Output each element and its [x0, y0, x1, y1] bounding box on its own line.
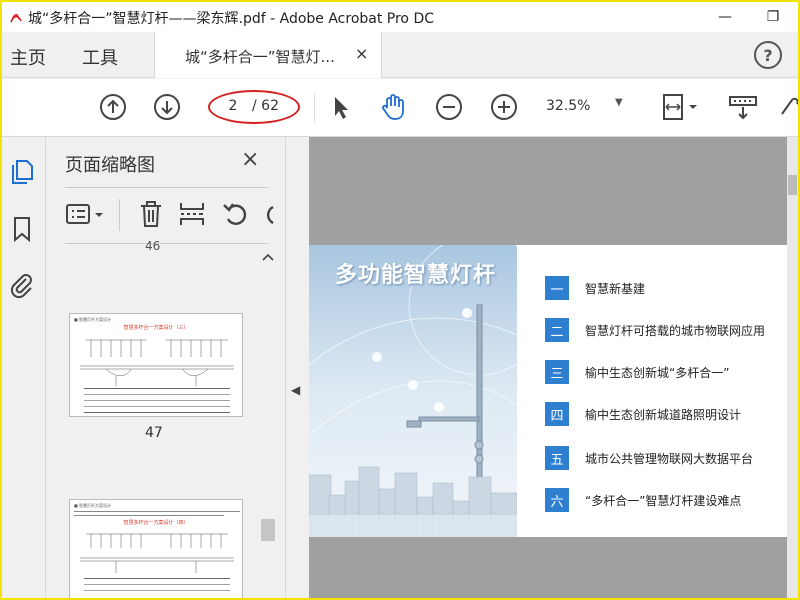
- close-tab-icon[interactable]: ×: [355, 44, 368, 63]
- menu-tab-bar: 主页 工具 城“多杆合一”智慧灯... × ?: [2, 32, 798, 78]
- insert-page-icon[interactable]: [177, 199, 207, 229]
- document-tab-label: 城“多杆合一”智慧灯...: [185, 48, 335, 66]
- toc-text: 榆中生态创新城“多杆合一”: [585, 366, 730, 380]
- thumbnail-text-line: [74, 511, 240, 512]
- toc-number: 六: [545, 488, 569, 512]
- zoom-out-icon[interactable]: [434, 92, 464, 122]
- scroll-mode-icon[interactable]: [728, 92, 758, 122]
- thumbnails-scrollbar[interactable]: [259, 249, 277, 598]
- page-fit-icon[interactable]: [660, 92, 700, 122]
- tab-tools[interactable]: 工具: [82, 44, 118, 70]
- thumbnail-title: 智慧多杆合一方案设计（三）: [123, 325, 189, 331]
- toolbar: 2 / 62 32.5% ▼: [2, 79, 798, 137]
- thumbnail-header: ■ 智慧灯杆方案设计: [74, 503, 112, 508]
- collapse-panel-icon[interactable]: ◀: [291, 383, 300, 397]
- scroll-up-icon[interactable]: [262, 253, 274, 261]
- thumbnail-page-number: 47: [145, 425, 163, 441]
- scrollbar-thumb[interactable]: [788, 175, 797, 195]
- attachment-icon[interactable]: [8, 271, 36, 299]
- divider: [65, 187, 269, 188]
- scrollbar-thumb[interactable]: [261, 519, 275, 541]
- thumbnail-tools: [65, 195, 275, 235]
- title-bar: 城“多杆合一”智慧灯杆——梁东辉.pdf - Adobe Acrobat Pro…: [2, 2, 798, 32]
- zoom-dropdown-icon[interactable]: ▼: [615, 97, 623, 108]
- thumbnail-page-47[interactable]: ■ 智慧灯杆方案设计 智慧多杆合一方案设计（三）: [69, 313, 243, 417]
- thumbnail-drawing: [80, 339, 234, 413]
- toc-text: 智慧灯杆可搭载的城市物联网应用: [585, 324, 766, 338]
- thumbnail-header: ■ 智慧灯杆方案设计: [74, 317, 112, 322]
- toc-number: 一: [545, 276, 569, 300]
- hand-tool-icon[interactable]: [378, 92, 408, 122]
- next-page-icon[interactable]: [152, 92, 182, 122]
- close-panel-icon[interactable]: ×: [241, 147, 259, 172]
- pdf-page: 多功能智慧灯杆 一 智慧新基建 二 智慧灯杆可搭载的城市物联网应用 三 榆中生态…: [309, 245, 787, 537]
- toc-number: 五: [545, 446, 569, 470]
- help-button[interactable]: ?: [754, 41, 782, 69]
- toc-text: 榆中生态创新城道路照明设计: [585, 408, 742, 422]
- restore-button[interactable]: ❐: [748, 2, 798, 32]
- document-scrollbar[interactable]: [787, 137, 798, 598]
- minimize-button[interactable]: —: [702, 2, 748, 32]
- zoom-in-icon[interactable]: [489, 92, 519, 122]
- thumbnails-panel: 页面缩略图 × 46 ■ 智慧灯杆方案设计 智慧多杆合一方案设计（三） 47 ■…: [47, 137, 285, 600]
- tab-home[interactable]: 主页: [10, 44, 46, 70]
- previous-page-icon[interactable]: [98, 92, 128, 122]
- minimize-icon: —: [718, 9, 732, 25]
- thumbnail-drawing: [80, 533, 234, 591]
- toc-text: 城市公共管理物联网大数据平台: [585, 452, 754, 466]
- toc-number: 三: [545, 360, 569, 384]
- rotate-icon[interactable]: [221, 199, 251, 229]
- cover-illustration: 多功能智慧灯杆: [309, 245, 517, 537]
- acrobat-app-icon: [8, 9, 24, 25]
- divider: [65, 243, 269, 244]
- tool-divider: [119, 199, 120, 231]
- restore-icon: ❐: [766, 9, 780, 25]
- thumbnail-title: 智慧多杆合一方案设计（四）: [123, 520, 189, 526]
- panel-splitter[interactable]: ◀: [285, 137, 309, 598]
- toc-text: “多杆合一”智慧灯杆建设难点: [585, 494, 742, 508]
- toc-text: 智慧新基建: [585, 282, 646, 296]
- red-highlight-ellipse: [208, 90, 300, 124]
- thumbnail-text-line: [74, 515, 224, 516]
- help-icon: ?: [763, 45, 773, 65]
- toc-number: 二: [545, 318, 569, 342]
- bookmark-icon[interactable]: [8, 215, 36, 243]
- options-menu-icon[interactable]: [65, 201, 109, 229]
- page-number-box: 2 / 62: [208, 90, 300, 124]
- document-tab[interactable]: 城“多杆合一”智慧灯... ×: [154, 32, 382, 78]
- window-title: 城“多杆合一”智慧灯杆——梁东辉.pdf - Adobe Acrobat Pro…: [28, 11, 435, 27]
- zoom-level[interactable]: 32.5%: [546, 98, 590, 114]
- thumbnail-page-48[interactable]: ■ 智慧灯杆方案设计 智慧多杆合一方案设计（四）: [69, 499, 243, 600]
- rotate-cw-icon[interactable]: [261, 199, 275, 229]
- delete-page-icon[interactable]: [137, 199, 165, 229]
- page-cover-title: 多功能智慧灯杆: [335, 263, 497, 288]
- page-thumbnails-icon[interactable]: [8, 157, 36, 185]
- link-icon[interactable]: [778, 92, 798, 122]
- toc-number: 四: [545, 402, 569, 426]
- toolbar-divider: [314, 93, 315, 123]
- thumbnail-page-number: 46: [145, 239, 161, 253]
- navigation-rail: [2, 137, 46, 598]
- document-view: 多功能智慧灯杆 一 智慧新基建 二 智慧灯杆可搭载的城市物联网应用 三 榆中生态…: [309, 137, 787, 598]
- thumbnails-title: 页面缩略图: [65, 155, 155, 176]
- select-arrow-icon[interactable]: [326, 92, 356, 122]
